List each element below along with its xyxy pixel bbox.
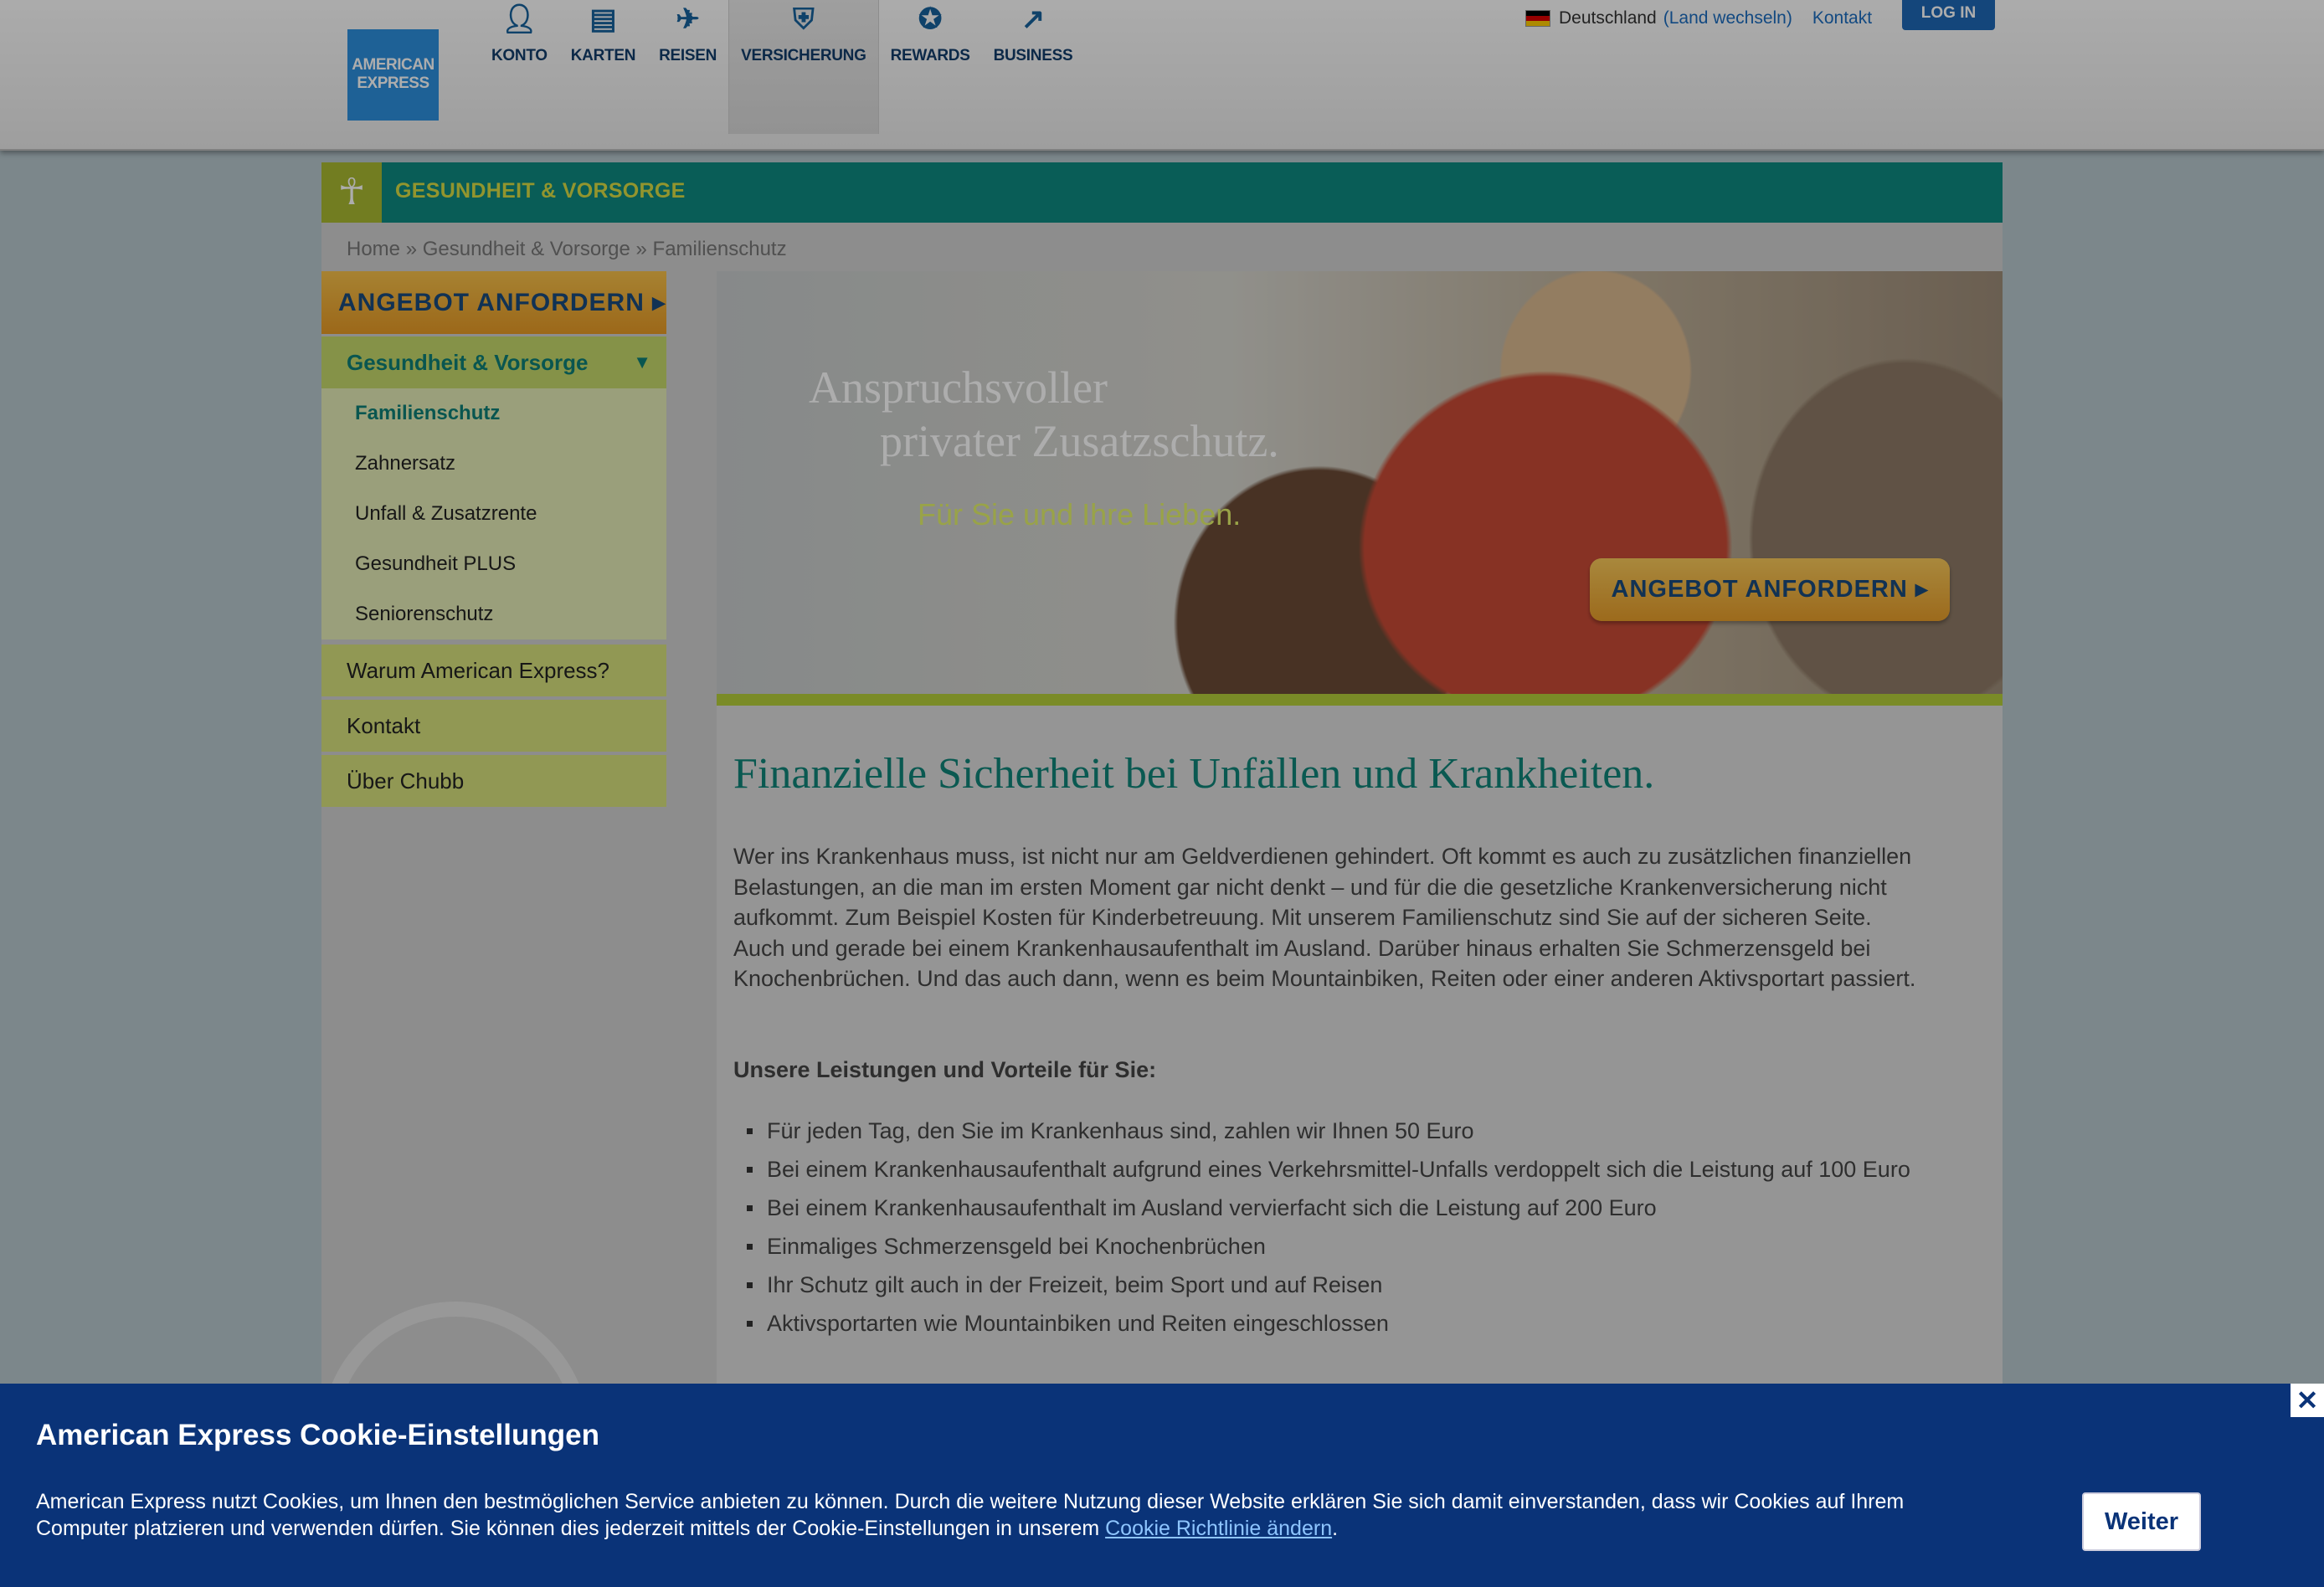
cookie-text-end: . bbox=[1332, 1517, 1339, 1540]
cookie-policy-link[interactable]: Cookie Richtlinie ändern bbox=[1105, 1517, 1332, 1540]
cookie-text: American Express nutzt Cookies, um Ihnen… bbox=[36, 1488, 1972, 1542]
cookie-accept-button[interactable]: Weiter bbox=[2082, 1492, 2201, 1551]
cookie-body: American Express nutzt Cookies, um Ihnen… bbox=[36, 1490, 1905, 1540]
modal-overlay bbox=[0, 0, 2324, 1587]
cookie-title: American Express Cookie-Einstellungen bbox=[36, 1419, 599, 1451]
close-icon[interactable]: ✕ bbox=[2291, 1384, 2324, 1417]
cookie-banner: American Express Cookie-Einstellungen Am… bbox=[0, 1384, 2324, 1587]
